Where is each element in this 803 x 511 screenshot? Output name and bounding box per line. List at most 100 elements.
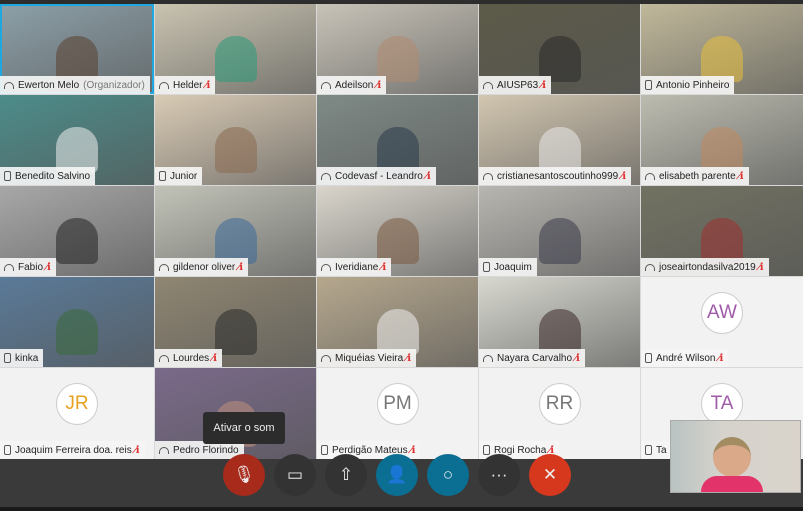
device-icon	[321, 445, 328, 455]
participant-tile[interactable]: gildenor oliver ℹ̸	[155, 186, 316, 276]
share-icon: ⇧	[338, 465, 354, 484]
headset-icon	[4, 263, 14, 271]
participant-tile[interactable]: elisabeth parente ℹ̸	[641, 95, 803, 185]
participant-tile[interactable]: Fabio ℹ̸	[0, 186, 154, 276]
more-button[interactable]: ···	[478, 454, 520, 496]
participant-label: Antonio Pinheiro	[641, 76, 735, 94]
participant-tile[interactable]: Iveridiane ℹ̸	[317, 186, 478, 276]
participant-tile[interactable]: AW André Wilson ℹ̸	[641, 277, 803, 367]
participant-label: Miquéias Vieira ℹ̸	[317, 349, 416, 367]
mic-muted-icon: ℹ̸	[47, 261, 51, 273]
participant-tile[interactable]: Joaquim	[479, 186, 640, 276]
participant-name: gildenor oliver	[173, 261, 236, 273]
participant-tile[interactable]: cristianesantoscoutinho999 ℹ̸	[479, 95, 640, 185]
headset-icon	[159, 354, 169, 362]
headset-icon	[483, 354, 493, 362]
mic-muted-icon: ℹ̸	[135, 444, 140, 456]
share-button[interactable]: ⇧	[325, 454, 367, 496]
participant-label: gildenor oliver ℹ̸	[155, 258, 249, 276]
participant-tile[interactable]: AIUSP63 ℹ̸	[479, 4, 640, 94]
participant-label: Ewerton Melo (Organizador)	[0, 76, 150, 94]
participant-video	[214, 127, 257, 173]
participants-icon: 👤	[386, 465, 408, 484]
participant-name: Joaquim Ferreira doa. reis	[15, 444, 132, 456]
headset-icon	[483, 81, 493, 89]
mic-muted-icon: ℹ̸	[377, 79, 382, 91]
participant-label: Nayara Carvalho ℹ̸	[479, 349, 585, 367]
tooltip: Ativar o som	[203, 412, 285, 444]
participant-tile[interactable]: Antonio Pinheiro	[641, 4, 803, 94]
participant-label: Junior	[155, 167, 203, 185]
participant-tile[interactable]: Junior	[155, 95, 316, 185]
unmute-button[interactable]: 🎙	[223, 454, 265, 496]
participant-name: Lourdes	[173, 352, 210, 364]
participant-label: cristianesantoscoutinho999 ℹ̸	[479, 167, 632, 185]
participant-name: Joaquim	[494, 261, 532, 273]
headset-icon	[321, 172, 331, 180]
mic-muted-icon: ℹ̸	[542, 79, 546, 91]
participant-label: Benedito Salvino	[0, 167, 96, 185]
headset-icon	[4, 81, 14, 89]
self-view-person	[713, 437, 751, 477]
mic-muted-icon: ℹ̸	[719, 352, 724, 364]
participant-label: Helder ℹ̸	[155, 76, 216, 94]
participant-tile[interactable]: Miquéias Vieira ℹ̸	[317, 277, 478, 367]
participant-tile[interactable]: Benedito Salvino	[0, 95, 154, 185]
participant-name: Benedito Salvino	[15, 170, 91, 182]
headset-icon	[645, 263, 655, 271]
participant-name: Junior	[170, 170, 198, 182]
mic-muted-icon: ℹ̸	[426, 170, 431, 182]
device-icon	[645, 445, 652, 455]
mic-muted-icon: ℹ̸	[739, 170, 744, 182]
participant-label: Codevasf - Leandro ℹ̸	[317, 167, 436, 185]
participant-name: Pedro Florindo	[173, 444, 239, 456]
close-icon: ✕	[542, 465, 558, 484]
participant-name: AIUSP63	[497, 79, 539, 91]
mic-muted-icon: ℹ̸	[213, 352, 217, 364]
participants-button[interactable]: 👤	[376, 454, 418, 496]
avatar: PM	[376, 383, 419, 426]
chat-icon: ○	[442, 465, 454, 484]
participant-tile[interactable]: Nayara Carvalho ℹ̸	[479, 277, 640, 367]
participant-name: Miquéias Vieira	[335, 352, 404, 364]
self-view-video[interactable]	[670, 420, 801, 493]
participant-name: André Wilson	[656, 352, 716, 364]
device-icon	[645, 353, 652, 363]
participant-name: joseairtondasilva2019	[659, 261, 756, 273]
participant-tile[interactable]: Adeilson ℹ̸	[317, 4, 478, 94]
participant-tile[interactable]: kinka	[0, 277, 154, 367]
device-icon	[483, 445, 490, 455]
participant-tile[interactable]: RR Rogi Rocha ℹ̸	[479, 368, 640, 459]
leave-button[interactable]: ✕	[529, 454, 571, 496]
more-icon: ···	[490, 465, 508, 484]
participant-tile[interactable]: PM Perdigão Mateus ℹ̸	[317, 368, 478, 459]
participant-name: Helder	[173, 79, 203, 91]
avatar: AW	[701, 292, 743, 334]
participant-label: Lourdes ℹ̸	[155, 349, 222, 367]
participant-tile[interactable]: Codevasf - Leandro ℹ̸	[317, 95, 478, 185]
participant-name: Ta	[656, 444, 667, 456]
video-button[interactable]: ▭	[274, 454, 316, 496]
mic-muted-icon: ℹ̸	[411, 444, 416, 456]
mic-muted-icon: ℹ̸	[622, 170, 627, 182]
device-icon	[4, 171, 11, 181]
device-icon	[645, 80, 652, 90]
headset-icon	[645, 172, 655, 180]
chat-button[interactable]: ○	[427, 454, 469, 496]
mic-muted-icon: ℹ̸	[382, 261, 387, 273]
participant-label: AIUSP63 ℹ̸	[479, 76, 551, 94]
participant-name: cristianesantoscoutinho999	[497, 170, 619, 182]
participant-tile[interactable]: Lourdes ℹ̸	[155, 277, 316, 367]
participant-tile[interactable]: Ewerton Melo (Organizador)	[0, 4, 154, 94]
participant-video	[214, 36, 257, 82]
participant-tile[interactable]: JR Joaquim Ferreira doa. reis ℹ̸	[0, 368, 154, 459]
participant-label: André Wilson ℹ̸	[641, 349, 729, 367]
avatar: RR	[538, 383, 581, 426]
participant-tile[interactable]: joseairtondasilva2019 ℹ̸	[641, 186, 803, 276]
mic-muted-icon: ℹ̸	[407, 352, 411, 364]
headset-icon	[321, 263, 331, 271]
participant-label: Adeilson ℹ̸	[317, 76, 387, 94]
participant-name: Fabio	[18, 261, 44, 273]
participant-tile[interactable]: Helder ℹ̸	[155, 4, 316, 94]
participant-label: kinka	[0, 349, 44, 367]
